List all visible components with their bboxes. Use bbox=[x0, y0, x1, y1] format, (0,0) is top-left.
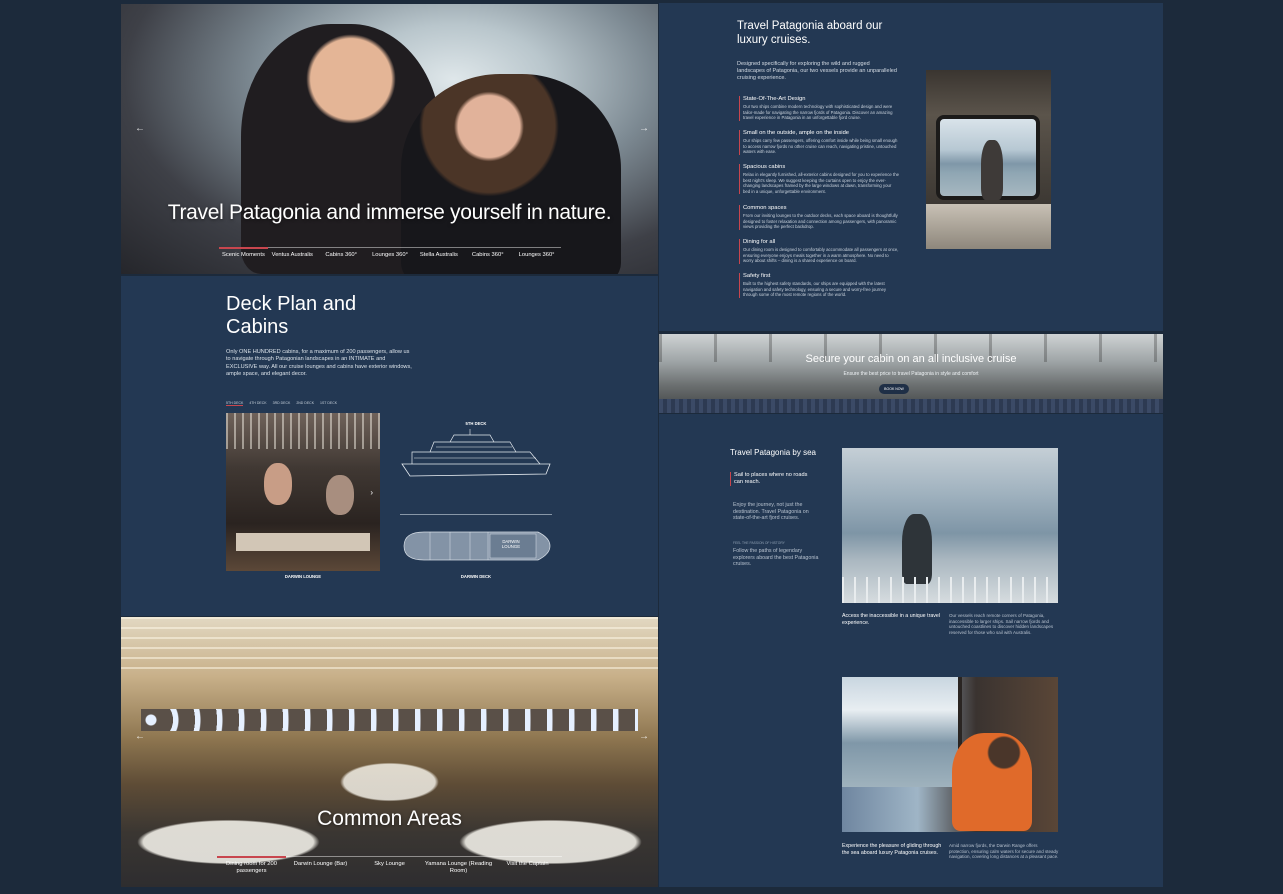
by-sea-section: Travel Patagonia by sea Sail to places w… bbox=[659, 414, 1163, 887]
feature-desc: Relax in elegantly furnished, all-exteri… bbox=[743, 172, 899, 194]
tab-ventus-australis[interactable]: Ventus Australis bbox=[268, 248, 317, 259]
tab-stella-australis[interactable]: Stella Australis bbox=[414, 248, 463, 259]
hero-title: Travel Patagonia and immerse yourself in… bbox=[167, 201, 612, 224]
tab-ventus-cabins-360[interactable]: Cabins 360° bbox=[317, 248, 366, 259]
deck-title-line: Cabins bbox=[226, 316, 289, 338]
deck-nav-item[interactable]: 4TH DECK bbox=[249, 401, 266, 406]
luxury-cruises-section: Travel Patagonia aboard our luxury cruis… bbox=[659, 3, 1163, 331]
feature-title: Spacious cabins bbox=[743, 164, 786, 170]
deck-title-line: Deck Plan and bbox=[226, 293, 357, 315]
deck-railing bbox=[842, 577, 1058, 603]
carpet bbox=[659, 399, 1163, 413]
feature-title: State-Of-The-Art Design bbox=[743, 96, 806, 102]
feature-desc: Our dining room is designed to comfortab… bbox=[743, 247, 899, 264]
glacier-photo bbox=[842, 448, 1058, 603]
tab-ventus-lounges-360[interactable]: Lounges 360° bbox=[366, 248, 415, 259]
deck-nav-item[interactable]: 5TH DECK bbox=[226, 401, 244, 406]
deck-plan-section: Deck Plan and Cabins Only ONE HUNDRED ca… bbox=[121, 276, 658, 616]
divider bbox=[400, 514, 552, 515]
tab-yamana-lounge[interactable]: Yamana Lounge (Reading Room) bbox=[424, 857, 493, 875]
hero-tabs: Scenic Moments Ventus Australis Cabins 3… bbox=[219, 247, 561, 259]
plan-room-label: DARWIN LOUNGE bbox=[491, 539, 531, 549]
carousel-next-icon[interactable]: → bbox=[639, 123, 649, 134]
feature-desc: Our two ships combine modern technology … bbox=[743, 104, 893, 121]
tab-visit-captain[interactable]: Visit the Captain bbox=[493, 857, 562, 875]
deck-label: 5TH DECK bbox=[465, 421, 487, 426]
hanging-glasses bbox=[226, 413, 380, 449]
feature-desc: Built to the highest safety standards, o… bbox=[743, 281, 886, 298]
common-areas-title: Common Areas bbox=[317, 807, 462, 830]
bed bbox=[926, 204, 1051, 249]
tab-scenic-moments[interactable]: Scenic Moments bbox=[219, 247, 268, 259]
banner-subtitle: Ensure the best price to travel Patagoni… bbox=[843, 371, 979, 377]
deck-nav-item[interactable]: 2ND DECK bbox=[296, 401, 314, 406]
photo-caption: DARWIN LOUNGE bbox=[284, 574, 322, 579]
feature-item: Common spaces From our inviting lounges … bbox=[739, 205, 899, 230]
tab-stella-cabins-360[interactable]: Cabins 360° bbox=[463, 248, 512, 259]
window-view bbox=[842, 677, 962, 787]
tab-darwin-lounge[interactable]: Darwin Lounge (Bar) bbox=[286, 857, 355, 875]
carousel-prev-icon[interactable]: ← bbox=[135, 123, 145, 134]
feature-desc: From our inviting lounges to the outdoor… bbox=[743, 213, 898, 230]
card-description: Our vessels reach remote corners of Pata… bbox=[949, 613, 1054, 636]
card-title: Access the inaccessible in a unique trav… bbox=[842, 613, 941, 626]
portholes bbox=[141, 709, 638, 731]
cabin-window-photo bbox=[926, 70, 1051, 249]
person-silhouette bbox=[981, 140, 1003, 200]
section-intro: Designed specifically for exploring the … bbox=[737, 61, 897, 81]
card-title: Experience the pleasure of gliding throu… bbox=[842, 843, 942, 856]
darwin-lounge-photo: › bbox=[226, 413, 380, 571]
banner-title: Secure your cabin on an all inclusive cr… bbox=[805, 353, 1017, 365]
plan-room-label-line: LOUNGE bbox=[501, 544, 521, 549]
feature-item: Dining for all Our dining room is design… bbox=[739, 239, 899, 264]
chevron-right-icon[interactable]: › bbox=[370, 488, 373, 497]
feature-title: Safety first bbox=[743, 273, 771, 279]
sea-title: Travel Patagonia by sea bbox=[730, 448, 816, 457]
common-areas-carousel: ← → Common Areas Dining room for 200 pas… bbox=[121, 617, 658, 887]
deck-nav-item[interactable]: 1ST DECK bbox=[320, 401, 337, 406]
common-tabs: Dining room for 200 passengers Darwin Lo… bbox=[217, 856, 562, 875]
feature-item: Spacious cabins Relax in elegantly furni… bbox=[739, 164, 899, 195]
sea-kicker: FEEL THE PASSION OF HISTORY bbox=[733, 541, 785, 545]
ship-side-view bbox=[401, 429, 551, 477]
tab-stella-lounges-360[interactable]: Lounges 360° bbox=[512, 248, 561, 259]
tab-sky-lounge[interactable]: Sky Lounge bbox=[355, 857, 424, 875]
deck-description: Only ONE HUNDRED cabins, for a maximum o… bbox=[226, 349, 412, 377]
feature-item: State-Of-The-Art Design Our two ships co… bbox=[739, 96, 899, 121]
tab-dining-room[interactable]: Dining room for 200 passengers bbox=[217, 856, 286, 875]
person bbox=[264, 463, 292, 505]
sea-paragraph: Enjoy the journey, not just the destinat… bbox=[733, 502, 809, 522]
feature-item: Safety first Built to the highest safety… bbox=[739, 273, 899, 298]
feature-title: Small on the outside, ample on the insid… bbox=[743, 130, 850, 136]
deck-nav-item[interactable]: 3RD DECK bbox=[273, 401, 291, 406]
card-description: Amid narrow fjords, the Darwin Range off… bbox=[949, 843, 1059, 860]
carousel-prev-icon[interactable]: ← bbox=[135, 731, 145, 742]
secure-cabin-banner: Secure your cabin on an all inclusive cr… bbox=[659, 334, 1163, 413]
feature-title: Dining for all bbox=[743, 239, 776, 245]
book-now-button[interactable]: BOOK NOW bbox=[879, 384, 909, 394]
sea-highlight: Sail to places where no roads can reach. bbox=[730, 472, 812, 486]
deck-title: Deck Plan and Cabins bbox=[226, 293, 356, 339]
window-seat-photo bbox=[842, 677, 1058, 832]
feature-desc: Our ships carry few passengers, offering… bbox=[743, 138, 898, 155]
person-silhouette bbox=[902, 514, 932, 584]
feature-item: Small on the outside, ample on the insid… bbox=[739, 130, 899, 155]
feature-title: Common spaces bbox=[743, 205, 787, 211]
ceiling bbox=[121, 617, 658, 677]
person bbox=[952, 733, 1032, 831]
person bbox=[326, 475, 354, 515]
deck-nav: 5TH DECK 4TH DECK 3RD DECK 2ND DECK 1ST … bbox=[226, 401, 337, 406]
carousel-next-icon[interactable]: → bbox=[639, 731, 649, 742]
sea-paragraph: Follow the paths of legendary explorers … bbox=[733, 548, 819, 568]
bar-counter bbox=[236, 533, 370, 551]
plan-caption: DARWIN DECK bbox=[460, 574, 492, 579]
hero-photo-person bbox=[401, 74, 621, 274]
section-title: Travel Patagonia aboard our luxury cruis… bbox=[737, 20, 883, 46]
hero-carousel: ← → Travel Patagonia and immerse yoursel… bbox=[121, 4, 658, 274]
